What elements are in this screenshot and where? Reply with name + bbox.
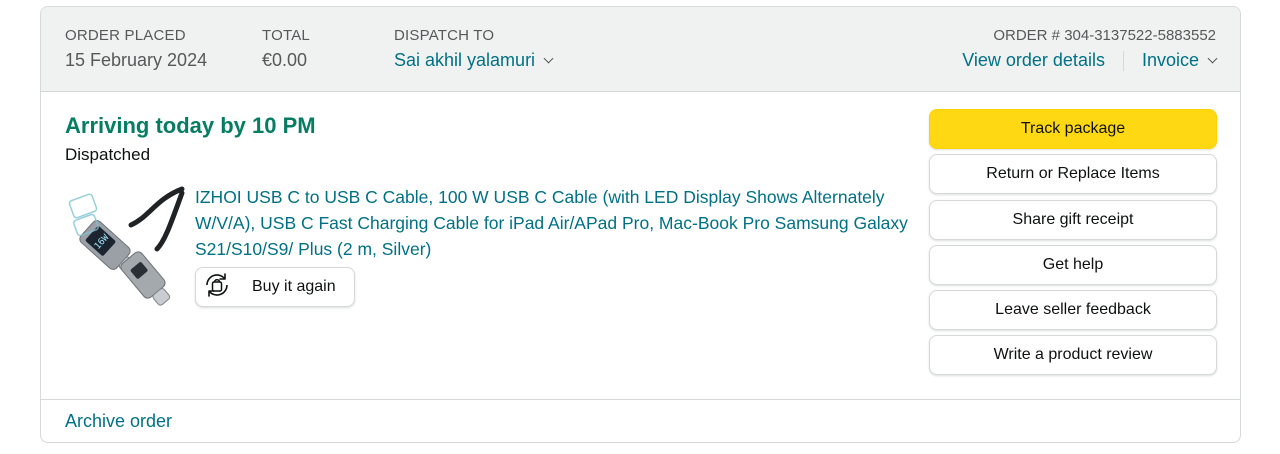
invoice-label: Invoice xyxy=(1141,50,1199,70)
chevron-down-icon xyxy=(543,53,554,63)
buy-again-button[interactable]: Buy it again xyxy=(195,267,355,307)
dispatch-label: DISPATCH TO xyxy=(394,27,495,44)
order-card: ORDER PLACED 15 February 2024 TOTAL €0.0… xyxy=(40,6,1241,443)
order-placed-label: ORDER PLACED xyxy=(65,27,186,44)
recipient-name: Sai akhil yalamuri xyxy=(394,50,536,70)
buy-again-label: Buy it again xyxy=(252,278,336,295)
arrival-status: Arriving today by 10 PM xyxy=(65,113,316,138)
order-header: ORDER PLACED 15 February 2024 TOTAL €0.0… xyxy=(41,7,1240,92)
view-order-details-link[interactable]: View order details xyxy=(962,50,1105,71)
order-number: ORDER # 304-3137522-5883552 xyxy=(993,27,1216,44)
order-actions: Track package Return or Replace Items Sh… xyxy=(929,109,1217,381)
divider xyxy=(1122,50,1124,71)
invoice-dropdown[interactable]: Invoice xyxy=(1141,50,1218,71)
share-gift-receipt-button[interactable]: Share gift receipt xyxy=(929,199,1217,240)
product-title-link[interactable]: IZHOI USB C to USB C Cable, 100 W USB C … xyxy=(195,184,925,262)
get-help-button[interactable]: Get help xyxy=(929,244,1217,285)
chevron-down-icon xyxy=(1207,53,1218,63)
write-review-button[interactable]: Write a product review xyxy=(929,335,1217,376)
product-image[interactable]: 16W xyxy=(61,183,187,307)
return-replace-button[interactable]: Return or Replace Items xyxy=(929,154,1217,195)
order-footer: Archive order xyxy=(41,399,1240,442)
track-package-button[interactable]: Track package xyxy=(929,109,1217,149)
order-placed-date: 15 February 2024 xyxy=(65,50,208,70)
buy-again-icon xyxy=(200,268,234,307)
dispatch-to-dropdown[interactable]: Sai akhil yalamuri xyxy=(394,50,554,71)
total-value: €0.00 xyxy=(262,50,308,70)
shipment-status: Dispatched xyxy=(65,145,151,164)
leave-seller-feedback-button[interactable]: Leave seller feedback xyxy=(929,290,1217,331)
total-label: TOTAL xyxy=(262,27,310,44)
order-links: View order details Invoice xyxy=(962,50,1218,71)
archive-order-link[interactable]: Archive order xyxy=(65,411,172,432)
